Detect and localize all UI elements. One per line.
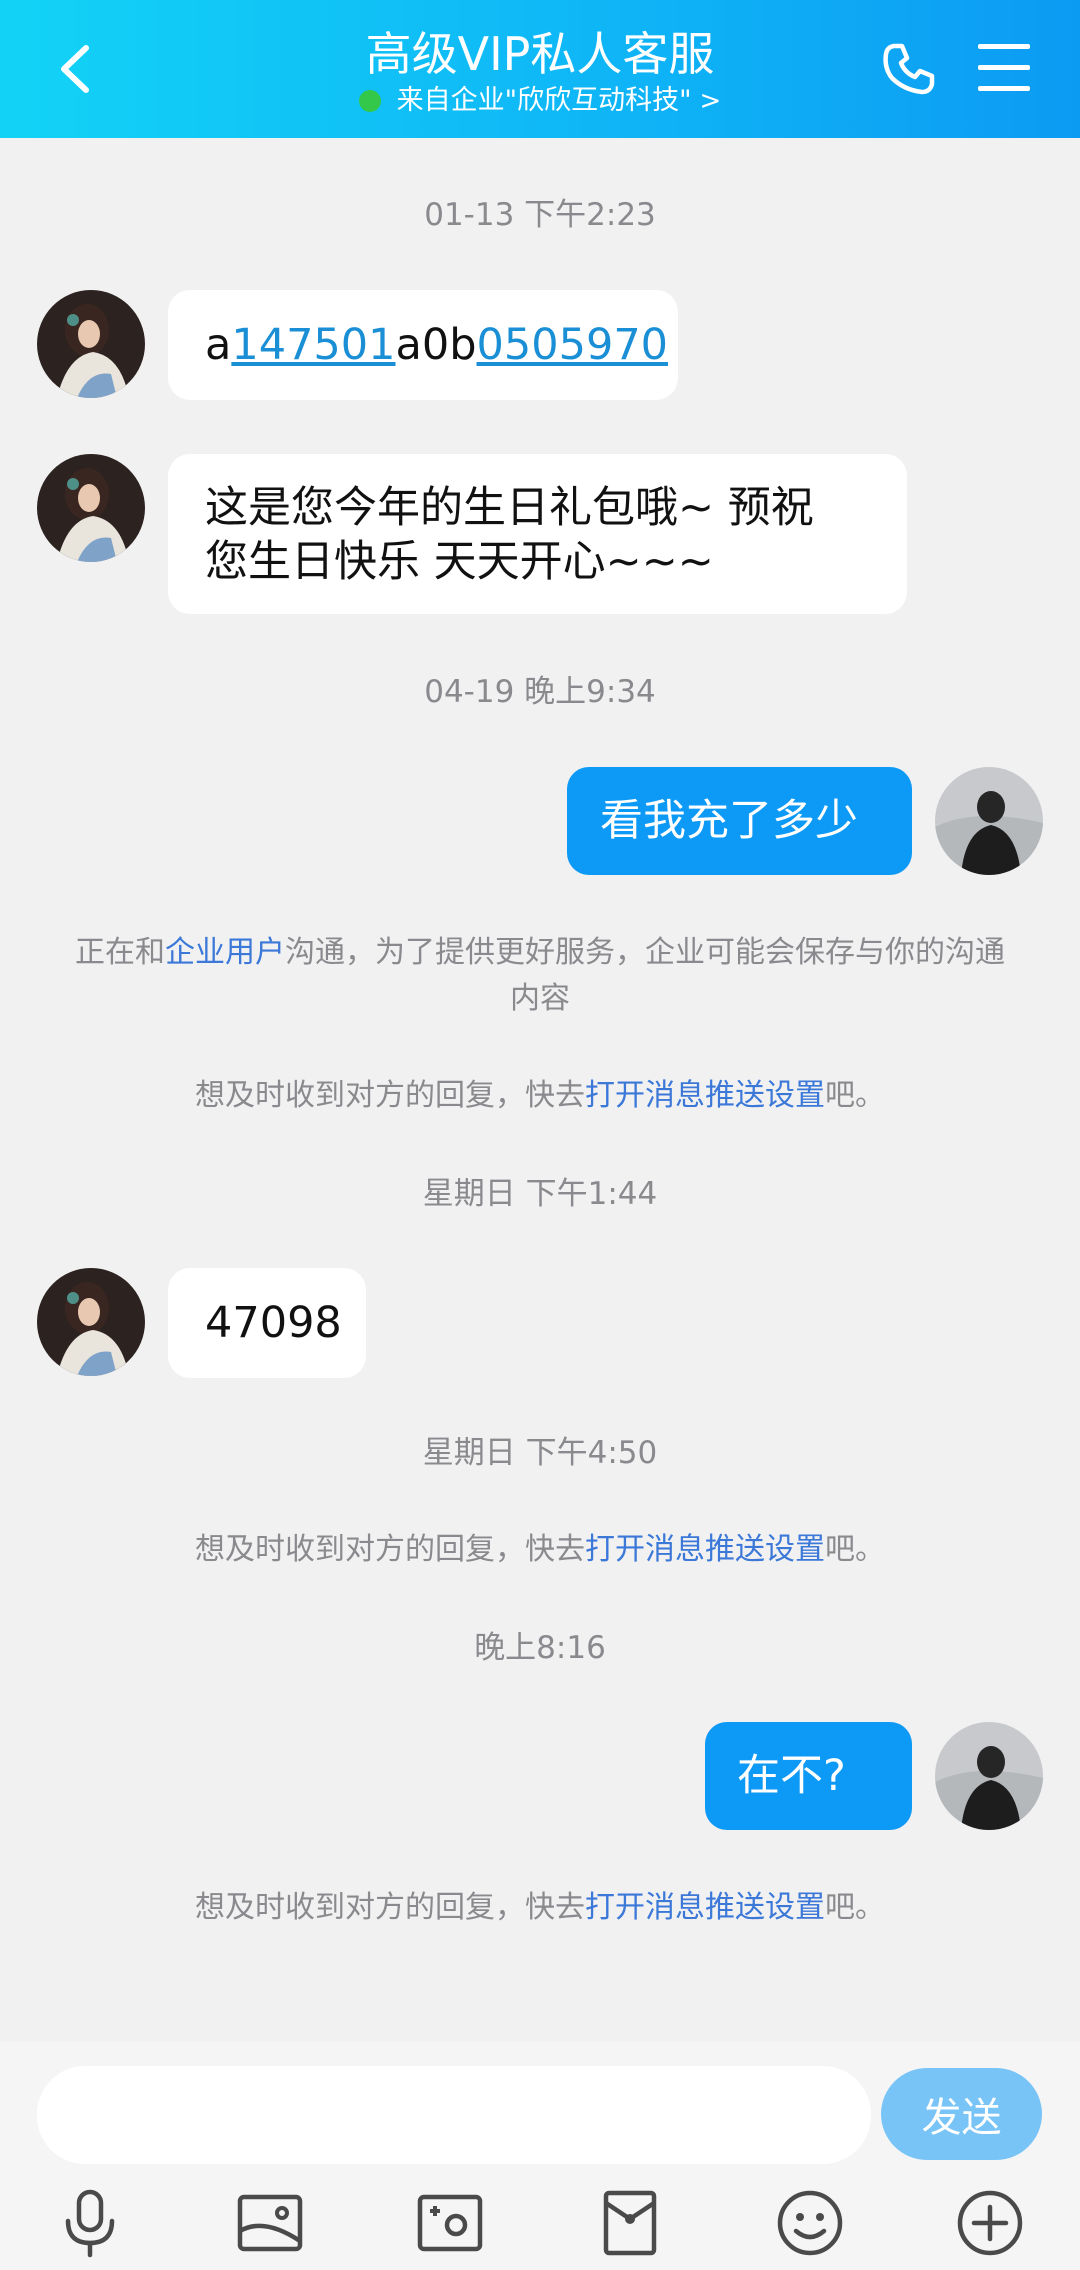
input-bar: 发送 <box>0 2042 1080 2270</box>
notice-text: 吧。 <box>825 1078 885 1113</box>
message-text: 您生日快乐 天天开心~~~ <box>205 537 714 587</box>
red-packet-button[interactable] <box>594 2187 666 2259</box>
user-avatar[interactable] <box>935 767 1043 875</box>
notice-text: 想及时收到对方的回复，快去 <box>195 1078 585 1113</box>
photo-button[interactable] <box>234 2187 306 2259</box>
notice-text: 想及时收到对方的回复，快去 <box>195 1532 585 1567</box>
push-setting-notice: 想及时收到对方的回复，快去打开消息推送设置吧。 <box>70 1885 1010 1931</box>
chat-header: 高级VIP私人客服 来自企业"欣欣互动科技" > <box>0 0 1080 138</box>
plus-icon <box>957 2190 1023 2256</box>
agent-avatar[interactable] <box>37 454 145 562</box>
message-bubble[interactable]: 看我充了多少 <box>567 767 912 875</box>
privacy-notice: 正在和企业用户沟通，为了提供更好服务，企业可能会保存与你的沟通内容 <box>70 930 1010 1022</box>
online-status-dot <box>358 90 381 112</box>
message-text: 47098 <box>205 1298 342 1348</box>
send-button[interactable]: 发送 <box>881 2068 1042 2160</box>
message-text: 看我充了多少 <box>600 796 858 846</box>
message-text: a0b <box>395 320 477 370</box>
notice-text: 正在和 <box>75 935 165 970</box>
menu-icon-line <box>978 86 1030 91</box>
more-button[interactable] <box>954 2187 1026 2259</box>
push-settings-link[interactable]: 打开消息推送设置 <box>585 1078 825 1113</box>
push-settings-link[interactable]: 打开消息推送设置 <box>585 1890 825 1925</box>
notice-text: 吧。 <box>825 1890 885 1925</box>
voice-button[interactable] <box>54 2187 126 2259</box>
agent-avatar[interactable] <box>37 1268 145 1376</box>
user-avatar[interactable] <box>935 1722 1043 1830</box>
enterprise-user-link[interactable]: 企业用户 <box>165 935 285 970</box>
phone-number-link[interactable]: 0505970 <box>477 320 669 370</box>
camera-button[interactable] <box>414 2187 486 2259</box>
message-bubble[interactable]: 这是您今年的生日礼包哦~ 预祝 您生日快乐 天天开心~~~ <box>168 454 907 614</box>
emoji-icon <box>777 2190 843 2256</box>
menu-icon-line <box>978 65 1030 70</box>
company-label: 来自企业"欣欣互动科技" <box>396 85 692 116</box>
menu-icon-line <box>978 44 1030 49</box>
message-bubble[interactable]: 在不? <box>705 1722 912 1830</box>
timestamp: 01-13 下午2:23 <box>424 197 656 233</box>
notice-text: 沟通，为了提供更好服务，企业可能会保存与你的沟通内容 <box>285 935 1005 1016</box>
timestamp: 星期日 下午4:50 <box>422 1435 658 1471</box>
phone-button[interactable] <box>880 40 938 98</box>
timestamp: 星期日 下午1:44 <box>422 1176 658 1212</box>
notice-text: 想及时收到对方的回复，快去 <box>195 1890 585 1925</box>
phone-icon <box>883 43 935 95</box>
microphone-icon <box>65 2189 115 2258</box>
message-bubble[interactable]: 47098 <box>168 1268 366 1378</box>
message-input[interactable] <box>37 2066 871 2164</box>
menu-button[interactable] <box>978 44 1030 92</box>
camera-icon <box>417 2194 483 2252</box>
push-setting-notice: 想及时收到对方的回复，快去打开消息推送设置吧。 <box>70 1527 1010 1573</box>
photo-icon <box>237 2194 303 2252</box>
push-settings-link[interactable]: 打开消息推送设置 <box>585 1532 825 1567</box>
message-text: 这是您今年的生日礼包哦~ 预祝 <box>205 483 814 533</box>
red-packet-icon <box>603 2190 657 2256</box>
phone-number-link[interactable]: 147501 <box>231 320 395 370</box>
message-text: 在不? <box>737 1751 846 1801</box>
chevron-right-icon: > <box>699 86 722 116</box>
timestamp: 04-19 晚上9:34 <box>424 674 656 710</box>
message-bubble[interactable]: a147501a0b0505970 <box>168 290 678 400</box>
notice-text: 吧。 <box>825 1532 885 1567</box>
push-setting-notice: 想及时收到对方的回复，快去打开消息推送设置吧。 <box>70 1073 1010 1119</box>
message-text: a <box>205 320 232 370</box>
agent-avatar[interactable] <box>37 290 145 398</box>
timestamp: 晚上8:16 <box>474 1630 606 1666</box>
emoji-button[interactable] <box>774 2187 846 2259</box>
